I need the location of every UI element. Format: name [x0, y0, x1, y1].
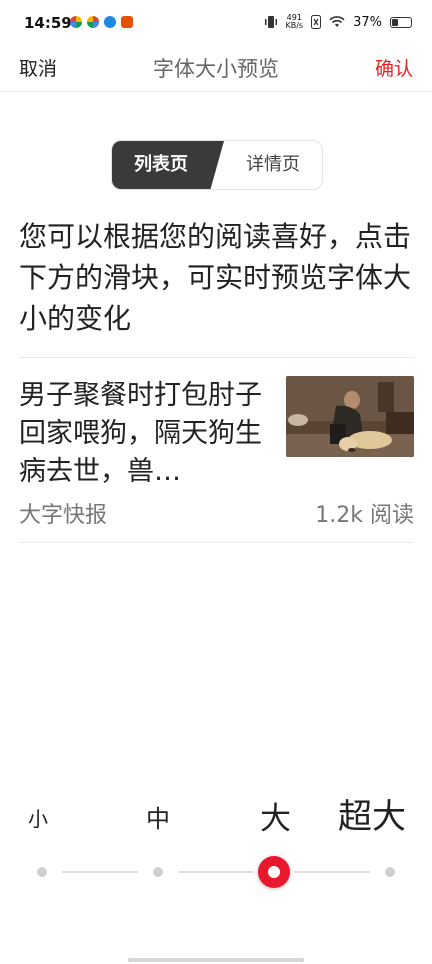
- tab-list-page[interactable]: 列表页: [112, 141, 224, 189]
- news-read-count: 1.2k 阅读: [315, 503, 414, 528]
- app-notification-icon: [121, 16, 133, 28]
- font-size-slider[interactable]: [24, 850, 408, 894]
- slider-thumb-center: [268, 866, 280, 878]
- slider-track-segment[interactable]: [178, 871, 254, 873]
- news-thumbnail[interactable]: [286, 376, 414, 457]
- battery-percent: 37%: [353, 14, 382, 30]
- wifi-icon: [329, 16, 345, 27]
- font-size-label-large[interactable]: 大: [260, 793, 291, 838]
- divider: [19, 357, 414, 358]
- status-right: 491 KB/s 37%: [265, 14, 412, 30]
- slider-track-segment[interactable]: [62, 871, 138, 873]
- notification-icons: [70, 16, 133, 28]
- divider: [19, 542, 414, 543]
- intro-text: 您可以根据您的阅读喜好，点击下方的滑块，可实时预览字体大小的变化: [19, 220, 412, 335]
- slider-stop[interactable]: [37, 867, 47, 877]
- status-bar: 14:59 491 KB/s 37%: [0, 0, 432, 48]
- home-indicator[interactable]: [128, 958, 304, 962]
- sim-icon: [311, 15, 322, 29]
- news-title[interactable]: 男子聚餐时打包肘子回家喂狗，隔天狗生病去世，兽…: [19, 377, 264, 491]
- slider-stop[interactable]: [385, 867, 395, 877]
- net-speed: 491 KB/s: [285, 14, 303, 30]
- net-speed-unit: KB/s: [285, 21, 304, 30]
- vibrate-icon: [265, 16, 278, 28]
- app-notification-icon: [70, 16, 82, 28]
- preview-tabs: 列表页 详情页: [111, 140, 323, 190]
- confirm-button[interactable]: 确认: [375, 54, 413, 81]
- slider-thumb[interactable]: [258, 856, 290, 888]
- app-notification-icon: [104, 16, 116, 28]
- news-source: 大字快报: [19, 503, 108, 528]
- tab-detail-page[interactable]: 详情页: [246, 141, 300, 189]
- font-size-label-medium[interactable]: 中: [146, 799, 170, 834]
- font-size-label-small[interactable]: 小: [28, 803, 48, 832]
- battery-level: [392, 18, 398, 26]
- slider-stop[interactable]: [153, 867, 163, 877]
- header: 取消 字体大小预览 确认: [0, 48, 432, 92]
- battery-icon: [390, 16, 412, 28]
- status-time: 14:59: [24, 14, 72, 32]
- app-notification-icon: [87, 16, 99, 28]
- font-size-label-xlarge[interactable]: 超大: [338, 789, 406, 838]
- page-title: 字体大小预览: [153, 57, 279, 81]
- slider-track-segment[interactable]: [294, 871, 370, 873]
